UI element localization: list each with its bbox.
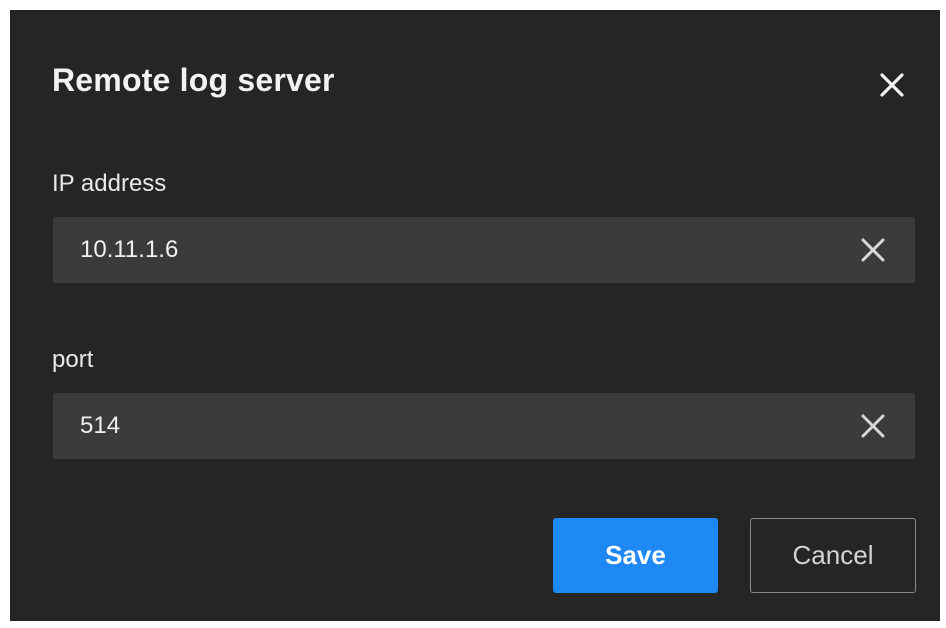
- port-field: [53, 393, 915, 459]
- close-button[interactable]: [872, 65, 912, 105]
- ip-address-label: IP address: [52, 170, 167, 197]
- dialog-title: Remote log server: [52, 62, 335, 98]
- ip-address-field: [53, 217, 915, 283]
- close-icon: [880, 73, 904, 97]
- ip-address-input[interactable]: [80, 217, 820, 283]
- ip-address-clear-button[interactable]: [853, 230, 893, 270]
- clear-icon: [861, 238, 885, 262]
- port-input[interactable]: [80, 393, 820, 459]
- clear-icon: [861, 414, 885, 438]
- cancel-button[interactable]: Cancel: [750, 518, 916, 593]
- save-button[interactable]: Save: [553, 518, 718, 593]
- port-label: port: [52, 346, 94, 373]
- port-clear-button[interactable]: [853, 406, 893, 446]
- remote-log-server-dialog: Remote log server IP address port Save C…: [10, 10, 940, 621]
